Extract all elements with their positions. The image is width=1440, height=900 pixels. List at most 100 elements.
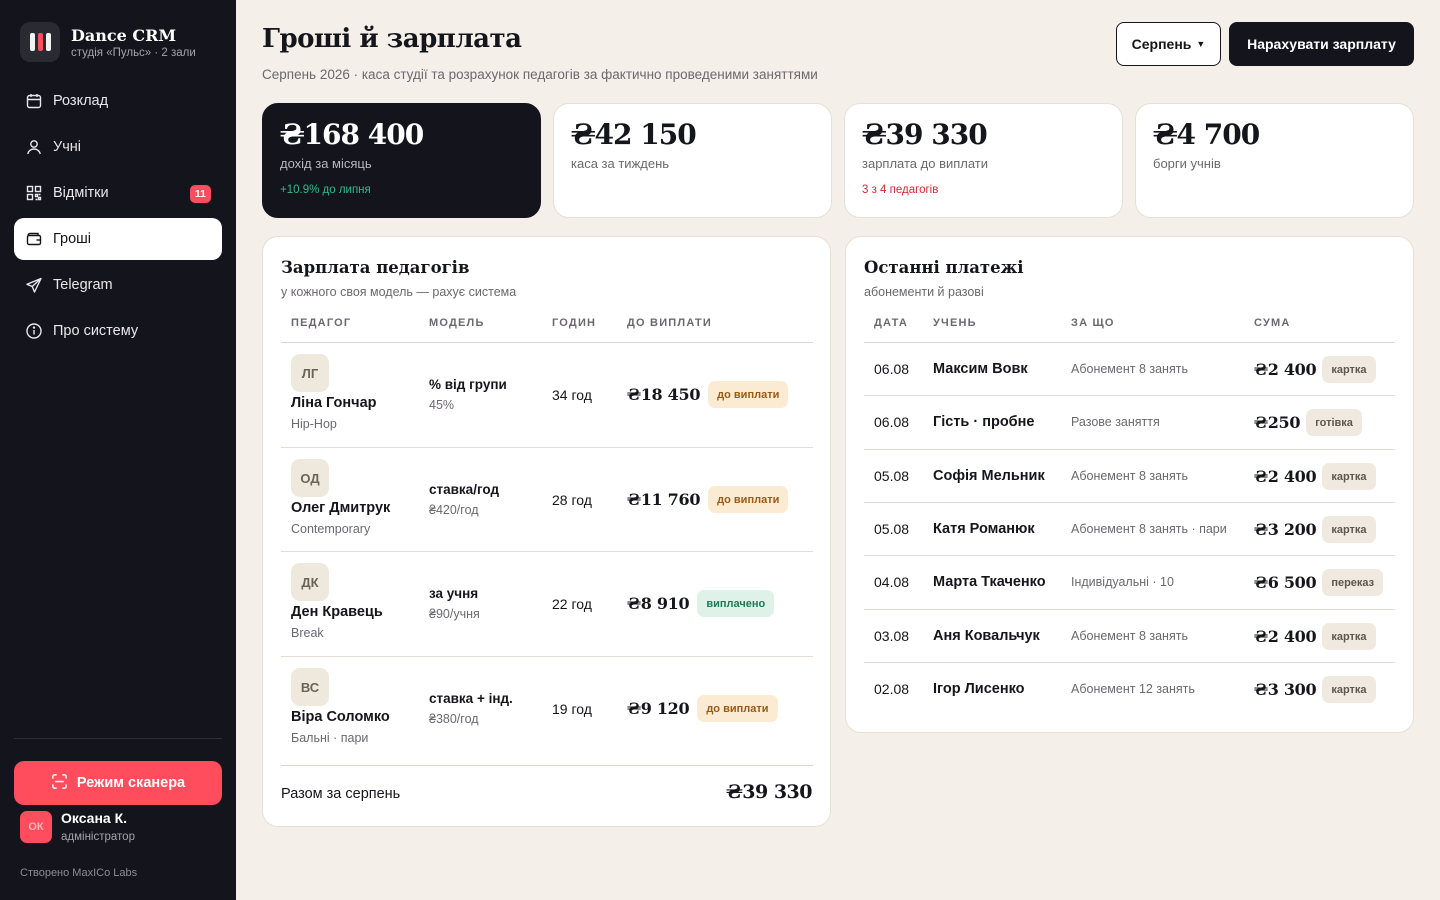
sidebar-item-about[interactable]: Про систему	[14, 310, 222, 352]
qr-grid-icon	[25, 184, 43, 202]
teacher-name: Віра Соломко	[291, 709, 390, 725]
payment-purpose: Абонемент 8 занять	[1071, 469, 1188, 483]
teacher-name: Олег Дмитрук	[291, 500, 391, 516]
hours-value: 22 год	[552, 596, 592, 612]
column-header-payout[interactable]: ДО ВИПЛАТИ	[627, 317, 712, 329]
pay-model: % від групи	[429, 377, 507, 392]
payment-method-badge: картка	[1322, 623, 1376, 650]
sidebar-item-schedule[interactable]: Розклад	[14, 80, 222, 122]
student-name: Марта Ткаченко	[933, 574, 1046, 590]
table-row[interactable]: 06.08 Максим Вовк Абонемент 8 занять ₴2 …	[864, 343, 1395, 396]
column-header-date[interactable]: ДАТА	[874, 317, 908, 329]
kpi-value: ₴4 700	[1153, 118, 1260, 151]
payment-amount: ₴6 500	[1254, 573, 1317, 592]
table-row[interactable]: ДК Ден Кравець Break за учня ₴90/учня 22…	[281, 552, 813, 656]
pay-model-detail: ₴90/учня	[429, 607, 480, 621]
sidebar-item-checkins[interactable]: Відмітки 11	[14, 172, 222, 214]
payment-date: 03.08	[874, 628, 910, 644]
total-amount: ₴39 330	[726, 781, 812, 803]
table-row[interactable]: ЛГ Ліна Гончар Hip-Hop % від групи 45% 3…	[281, 343, 813, 447]
status-badge: до виплати	[708, 486, 789, 513]
accrue-salary-button[interactable]: Нарахувати зарплату	[1229, 22, 1414, 66]
pay-model: за учня	[429, 586, 479, 601]
status-badge: до виплати	[708, 381, 789, 408]
avatar: ОД	[291, 459, 329, 497]
recent-payments-panel: Останні платежі абонементи й разові ДАТА…	[845, 236, 1414, 733]
payment-date: 04.08	[874, 574, 910, 590]
teacher-style: Break	[291, 626, 324, 640]
sidebar-item-label: Telegram	[53, 277, 113, 293]
send-icon	[25, 276, 43, 294]
current-user[interactable]: ОК Оксана К. адміністратор	[20, 810, 135, 843]
payment-method-badge: картка	[1322, 356, 1376, 383]
table-row[interactable]: 04.08 Марта Ткаченко Індивідуальні · 10 …	[864, 556, 1395, 609]
pay-model-detail: 45%	[429, 398, 455, 412]
brand[interactable]: Dance CRM студія «Пульс» · 2 зали	[20, 22, 196, 62]
payment-date: 05.08	[874, 521, 910, 537]
sidebar-item-students[interactable]: Учні	[14, 126, 222, 168]
table-row[interactable]: 06.08 Гість · пробне Разове заняття ₴250…	[864, 396, 1395, 449]
student-name: Максим Вовк	[933, 361, 1028, 377]
sidebar-item-label: Розклад	[53, 93, 109, 109]
payment-amount: ₴2 400	[1254, 627, 1317, 646]
column-header-model[interactable]: МОДЕЛЬ	[429, 317, 485, 329]
month-select-value: Серпень	[1131, 36, 1192, 52]
sidebar-item-money[interactable]: Гроші	[14, 218, 222, 260]
kpi-monthly-income: ₴168 400 дохід за місяць +10.9% до липня	[262, 103, 541, 218]
panel-title: Зарплата педагогів	[281, 258, 470, 277]
pay-model-detail: ₴380/год	[429, 712, 479, 726]
avatar: ВС	[291, 668, 329, 706]
sidebar-nav: Розклад Учні Відмітки 11 Гроші Telegram …	[14, 80, 222, 356]
total-label: Разом за серпень	[281, 786, 401, 802]
student-name: Ігор Лисенко	[933, 681, 1025, 697]
payment-amount: ₴3 200	[1254, 520, 1317, 539]
table-row[interactable]: 05.08 Софія Мельник Абонемент 8 занять ₴…	[864, 450, 1395, 503]
column-header-teacher[interactable]: ПЕДАГОГ	[291, 317, 351, 329]
payment-purpose: Абонемент 8 занять	[1071, 629, 1188, 643]
avatar: ДК	[291, 563, 329, 601]
page-subtitle: Серпень 2026 · каса студії та розрахунок…	[262, 67, 818, 82]
payment-method-badge: готівка	[1306, 409, 1362, 436]
kpi-salary-due: ₴39 330 зарплата до виплати 3 з 4 педаго…	[844, 103, 1123, 218]
column-header-purpose[interactable]: ЗА ЩО	[1071, 317, 1115, 329]
payment-purpose: Абонемент 8 занять	[1071, 362, 1188, 376]
avatar: ЛГ	[291, 354, 329, 392]
kpi-label: борги учнів	[1153, 156, 1221, 171]
table-row[interactable]: ВС Віра Соломко Бальні · пари ставка + і…	[281, 657, 813, 761]
kpi-weekly-cash: ₴42 150 каса за тиждень	[553, 103, 832, 218]
payment-date: 05.08	[874, 468, 910, 484]
teacher-name: Ліна Гончар	[291, 395, 377, 411]
sidebar-item-label: Відмітки	[53, 185, 109, 201]
table-row[interactable]: 03.08 Аня Ковальчук Абонемент 8 занять ₴…	[864, 610, 1395, 663]
credit-text: Створено MaxICo Labs	[20, 867, 138, 879]
table-row[interactable]: 05.08 Катя Романюк Абонемент 8 занять · …	[864, 503, 1395, 556]
hours-value: 34 год	[552, 387, 592, 403]
payment-amount: ₴250	[1254, 413, 1301, 432]
payment-amount: ₴3 300	[1254, 680, 1317, 699]
column-header-student[interactable]: УЧЕНЬ	[933, 317, 977, 329]
month-select[interactable]: Серпень ▼	[1116, 22, 1221, 66]
sidebar-item-label: Гроші	[53, 231, 92, 247]
payment-method-badge: картка	[1322, 463, 1376, 490]
page-title: Гроші й зарплата	[262, 24, 522, 54]
kpi-note: 3 з 4 педагогів	[862, 184, 939, 196]
payment-purpose: Разове заняття	[1071, 415, 1160, 429]
sidebar-divider	[14, 738, 222, 739]
teacher-style: Hip-Hop	[291, 417, 337, 431]
payment-amount: ₴2 400	[1254, 360, 1317, 379]
column-header-amount[interactable]: СУМА	[1254, 317, 1291, 329]
panel-subtitle: у кожного своя модель — рахує система	[281, 285, 517, 299]
panel-title: Останні платежі	[864, 258, 1024, 277]
kpi-label: каса за тиждень	[571, 156, 670, 171]
info-icon	[25, 322, 43, 340]
student-name: Катя Романюк	[933, 521, 1035, 537]
status-badge: виплачено	[697, 590, 775, 617]
payout-amount: ₴9 120	[627, 699, 690, 718]
column-header-hours[interactable]: ГОДИН	[552, 317, 596, 329]
table-row[interactable]: ОД Олег Дмитрук Contemporary ставка/год …	[281, 448, 813, 552]
sidebar-item-telegram[interactable]: Telegram	[14, 264, 222, 306]
total-divider	[281, 765, 813, 766]
sidebar: Dance CRM студія «Пульс» · 2 зали Розкла…	[0, 0, 236, 900]
scanner-mode-button[interactable]: Режим сканера	[14, 761, 222, 805]
table-row[interactable]: 02.08 Ігор Лисенко Абонемент 12 занять ₴…	[864, 663, 1395, 716]
